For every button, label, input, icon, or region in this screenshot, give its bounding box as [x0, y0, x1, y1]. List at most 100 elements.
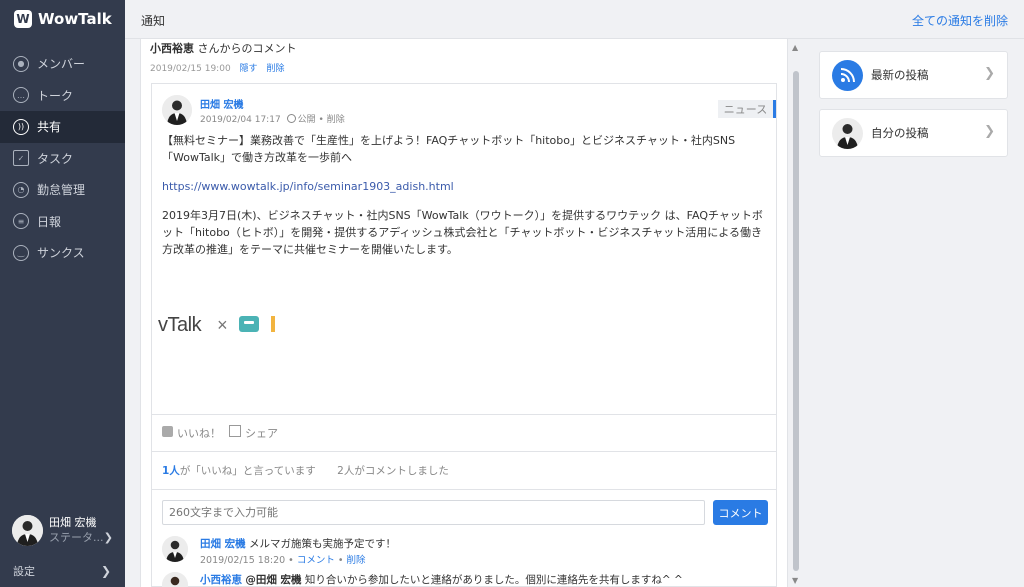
- user-name: 田畑 宏機: [49, 516, 97, 529]
- sidebar-item-attendance[interactable]: ◔ 勤怠管理: [0, 174, 125, 206]
- clipboard-icon: ✓: [13, 150, 29, 167]
- clock-icon: ◔: [13, 181, 29, 198]
- post-paragraph: 【無料セミナー】業務改善で「生産性」を上げよう！FAQチャットボット「hitob…: [162, 134, 736, 164]
- divider: [152, 414, 776, 415]
- post-url-link[interactable]: https://www.wowtalk.jp/info/seminar1903_…: [162, 180, 454, 193]
- banner-text: vTalk: [158, 314, 202, 336]
- sidebar-item-label: トーク: [37, 88, 74, 103]
- notification-header: 小西裕恵 さんからのコメント: [150, 40, 297, 56]
- comment-author[interactable]: 小西裕恵: [200, 574, 242, 586]
- sidebar: W WowTalk ● メンバー … トーク )) 共有 ✓ タスク ◔ 勤怠管…: [0, 0, 125, 587]
- sidebar-item-label: 共有: [37, 120, 62, 135]
- comment-author[interactable]: 田畑 宏機: [200, 538, 246, 550]
- share-button[interactable]: シェア: [221, 425, 278, 441]
- comment-text: 知り合いから参加したいと連絡がありました。個別に連絡先を共有しますね^ ^: [304, 574, 683, 586]
- sidebar-item-label: メンバー: [37, 57, 86, 72]
- likes-count[interactable]: 1人: [162, 465, 180, 477]
- scrollbar-thumb[interactable]: [793, 71, 799, 571]
- sidebar-item-label: タスク: [37, 151, 74, 166]
- like-label: いいね！: [177, 427, 221, 440]
- post-visibility: 公開: [297, 115, 316, 125]
- likes-text: が「いいね」と言っています: [179, 465, 316, 477]
- sidebar-item-members[interactable]: ● メンバー: [0, 48, 125, 80]
- notification-sender: 小西裕恵: [150, 42, 194, 55]
- logo-icon: W: [14, 10, 32, 28]
- chevron-right-icon: ❯: [984, 66, 995, 81]
- avatar[interactable]: [162, 572, 188, 587]
- sidebar-item-daily-report[interactable]: ≡ 日報: [0, 206, 125, 238]
- feed-scrollbar[interactable]: ▲ ▼: [789, 39, 803, 587]
- like-button[interactable]: いいね！: [162, 425, 221, 441]
- current-user[interactable]: 田畑 宏機 ステータ... ❯: [0, 506, 125, 554]
- settings-button[interactable]: 設定 ❯: [0, 560, 125, 582]
- comment-date: 2019/02/15 18:20: [200, 555, 286, 566]
- sidebar-item-share[interactable]: )) 共有: [0, 111, 125, 143]
- delete-all-notifications-link[interactable]: 全ての通知を削除: [912, 12, 1008, 29]
- sidebar-item-task[interactable]: ✓ タスク: [0, 143, 125, 175]
- user-status: ステータ...: [49, 531, 104, 544]
- chat-bubble-icon: …: [13, 87, 29, 104]
- comment-submit-button[interactable]: コメント: [713, 500, 768, 525]
- app-name: WowTalk: [38, 10, 112, 28]
- thumbs-up-icon: [162, 426, 173, 437]
- comment-meta: 2019/02/15 18:20 • コメント • 削除: [200, 555, 366, 566]
- post-banner-image[interactable]: vTalk ×: [158, 314, 276, 337]
- comment-reply-link[interactable]: コメント: [297, 555, 335, 566]
- post-card: 田畑 宏機 2019/02/04 17:17 公開 • 削除 ニュース 【無料セミ…: [151, 83, 777, 587]
- post-actions: いいね！ シェア: [162, 425, 278, 441]
- person-icon: ●: [13, 55, 29, 72]
- divider: [152, 489, 776, 490]
- globe-icon: [286, 114, 296, 123]
- hitobo-robot-icon: [239, 316, 260, 332]
- avatar[interactable]: [162, 536, 188, 562]
- smile-icon: ‿: [13, 244, 29, 261]
- banner-times: ×: [217, 315, 228, 335]
- avatar: [12, 514, 43, 546]
- notification-feed: 小西裕恵 さんからのコメント 2019/02/15 19:00 隠す 削除 田畑…: [140, 39, 788, 587]
- app-logo: W WowTalk: [0, 0, 125, 38]
- sidebar-nav: ● メンバー … トーク )) 共有 ✓ タスク ◔ 勤怠管理 ≡ 日報 ‿ サ…: [0, 48, 125, 269]
- hide-link[interactable]: 隠す: [240, 64, 258, 74]
- user-info: 田畑 宏機 ステータ...: [49, 515, 104, 545]
- chevron-right-icon: ❯: [103, 531, 113, 544]
- comment-input[interactable]: [162, 500, 705, 525]
- scroll-up-icon[interactable]: ▲: [792, 43, 798, 52]
- notification-text: さんからのコメント: [194, 42, 297, 55]
- chevron-right-icon: ❯: [100, 564, 111, 578]
- comment-delete-link[interactable]: 削除: [346, 555, 365, 566]
- sidebar-item-label: 日報: [37, 214, 62, 229]
- report-icon: ≡: [13, 213, 29, 230]
- sidebar-item-label: サンクス: [37, 246, 85, 261]
- sidebar-item-thanks[interactable]: ‿ サンクス: [0, 237, 125, 269]
- my-posts-button[interactable]: 自分の投稿 ❯: [819, 109, 1008, 157]
- header: 通知 全ての通知を削除: [125, 0, 1024, 39]
- rss-icon: )): [13, 118, 29, 135]
- comment-mention: @田畑 宏機: [245, 574, 302, 586]
- latest-posts-label: 最新の投稿: [871, 68, 929, 82]
- delete-link[interactable]: 削除: [266, 64, 284, 74]
- chevron-right-icon: ❯: [984, 124, 995, 139]
- post-author[interactable]: 田畑 宏機: [200, 96, 243, 111]
- news-tag: ニュース: [718, 100, 776, 118]
- notification-date: 2019/02/15 19:00: [150, 64, 231, 74]
- notification-meta: 2019/02/15 19:00 隠す 削除: [150, 61, 284, 74]
- post-meta: 2019/02/04 17:17 公開 • 削除: [200, 114, 345, 125]
- hitobo-mark-icon: [271, 316, 276, 332]
- sidebar-item-talk[interactable]: … トーク: [0, 80, 125, 112]
- page-title: 通知: [141, 14, 166, 28]
- comments-count[interactable]: 2人がコメントしました: [337, 465, 449, 477]
- share-label: シェア: [245, 427, 278, 440]
- avatar: [832, 117, 863, 149]
- comment-line: 小西裕恵 @田畑 宏機 知り合いから参加したいと連絡がありました。個別に連絡先を…: [200, 572, 683, 587]
- divider: [152, 451, 776, 452]
- latest-posts-button[interactable]: 最新の投稿 ❯: [819, 51, 1008, 99]
- post-delete-link[interactable]: 削除: [327, 115, 345, 125]
- post-stats: 1人が「いいね」と言っています 2人がコメントしました: [162, 463, 449, 478]
- post-body: 【無料セミナー】業務改善で「生産性」を上げよう！FAQチャットボット「hitob…: [162, 132, 768, 270]
- avatar[interactable]: [162, 95, 192, 125]
- share-icon: [229, 425, 241, 437]
- my-posts-label: 自分の投稿: [871, 126, 929, 140]
- comment-text: メルマガ施策も実施予定です！: [249, 538, 396, 550]
- post-paragraph: 2019年3月7日(木)、ビジネスチャット・社内SNS「WowTalk（ワウトー…: [162, 209, 763, 256]
- scroll-down-icon[interactable]: ▼: [792, 576, 798, 585]
